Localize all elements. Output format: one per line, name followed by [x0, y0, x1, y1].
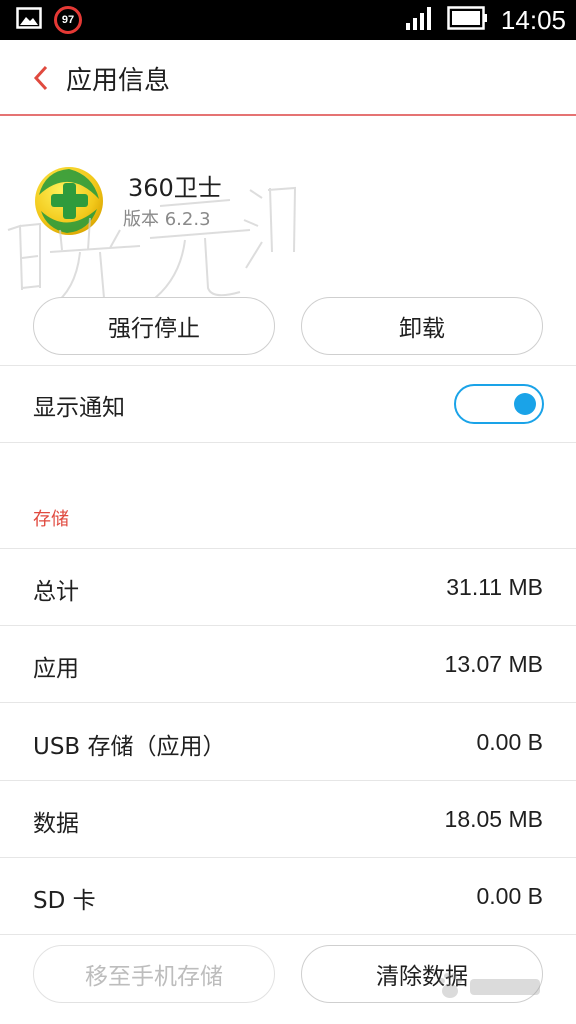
- paw-watermark-icon: [436, 965, 546, 1005]
- storage-row-label: 数据: [33, 811, 79, 837]
- divider: [0, 857, 576, 858]
- divider: [0, 702, 576, 703]
- page-title: 应用信息: [66, 66, 171, 96]
- divider: [0, 934, 576, 935]
- storage-row-label: 应用: [33, 656, 79, 682]
- storage-row-value: 0.00 B: [476, 883, 544, 909]
- storage-row-value: 18.05 MB: [444, 806, 543, 832]
- move-to-phone-storage-button[interactable]: 移至手机存储: [33, 945, 275, 1003]
- storage-section-title: 存储: [33, 509, 69, 530]
- status-bar: 97 14:05: [0, 0, 576, 40]
- status-bar-right: 14:05: [405, 0, 566, 40]
- image-notification-icon: [16, 7, 42, 33]
- chevron-left-icon: [33, 65, 48, 91]
- divider: [0, 625, 576, 626]
- storage-row-value: 0.00 B: [476, 729, 544, 755]
- toggle-knob: [514, 393, 536, 415]
- app-header: 应用信息: [0, 40, 576, 116]
- uninstall-button[interactable]: 卸载: [301, 297, 543, 355]
- divider: [0, 548, 576, 549]
- battery-icon: [447, 6, 489, 34]
- clock: 14:05: [500, 4, 566, 35]
- divider: [0, 365, 576, 366]
- notifications-toggle[interactable]: [454, 384, 544, 424]
- show-notifications-label: 显示通知: [33, 395, 125, 421]
- handwritten-watermark: [0, 160, 300, 320]
- status-bar-left: 97: [16, 6, 82, 34]
- storage-row-value: 13.07 MB: [444, 651, 543, 677]
- divider: [0, 780, 576, 781]
- signal-icon: [405, 5, 435, 35]
- storage-row-value: 31.11 MB: [446, 574, 543, 600]
- storage-row-label: SD 卡: [33, 888, 96, 914]
- divider: [0, 442, 576, 443]
- storage-row-label: USB 存储（应用）: [33, 734, 226, 760]
- notification-count-badge: 97: [54, 6, 82, 34]
- force-stop-button[interactable]: 强行停止: [33, 297, 275, 355]
- storage-row-label: 总计: [33, 579, 79, 605]
- back-button[interactable]: [26, 62, 56, 94]
